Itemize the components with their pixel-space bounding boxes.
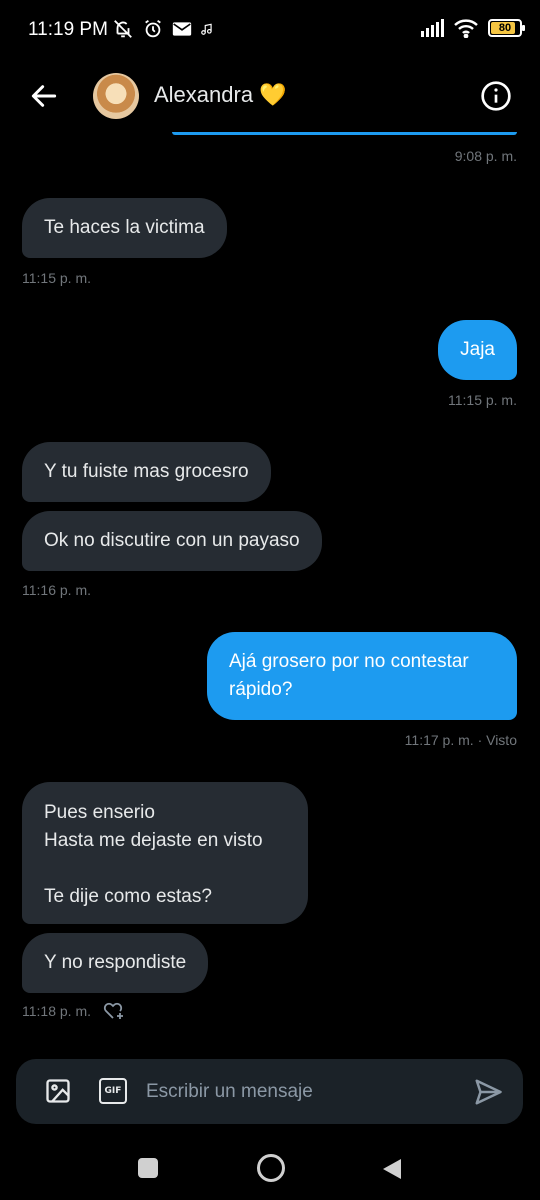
status-time: 11:19 PM (28, 19, 108, 40)
incoming-message[interactable]: Pues enserio Hasta me dejaste en visto T… (22, 782, 308, 924)
gif-button[interactable]: GIF (99, 1078, 127, 1104)
music-icon (201, 23, 212, 35)
message-time: 11:16 p. m. (22, 582, 92, 598)
info-icon[interactable] (480, 80, 512, 112)
avatar[interactable] (93, 73, 139, 119)
outgoing-message[interactable]: Jaja (438, 320, 517, 380)
conversation-header: Alexandra 💛 (0, 60, 540, 135)
message-time: 11:18 p. m. (22, 1003, 92, 1019)
heart-plus-icon[interactable] (101, 999, 125, 1021)
recents-button[interactable] (138, 1158, 158, 1178)
incoming-message[interactable]: Y tu fuiste mas grocesro (22, 442, 271, 502)
status-right-icons: 80 (420, 18, 525, 38)
message-time-seen: 11:17 p. m. · Visto (404, 732, 517, 748)
message-composer: GIF (16, 1059, 523, 1124)
incoming-message[interactable]: Te haces la victima (22, 198, 227, 258)
mail-icon (172, 22, 192, 36)
contact-name[interactable]: Alexandra 💛 (154, 82, 287, 108)
status-bar: 11:19 PM 80 (0, 0, 540, 60)
mute-icon (114, 20, 132, 38)
message-time: 9:08 p. m. (454, 148, 517, 164)
send-icon[interactable] (472, 1077, 504, 1107)
image-icon[interactable] (44, 1077, 72, 1105)
home-button[interactable] (257, 1154, 285, 1182)
message-input[interactable] (144, 1076, 448, 1108)
arrow-left-icon[interactable] (28, 80, 60, 112)
previous-message-bubble (172, 132, 517, 135)
back-nav-button[interactable] (381, 1157, 403, 1181)
message-time: 11:15 p. m. (447, 392, 517, 408)
signal-icon (421, 19, 444, 37)
battery-level: 80 (498, 22, 512, 34)
status-left-icons (112, 18, 214, 40)
battery-icon: 80 (488, 19, 525, 37)
outgoing-message[interactable]: Ajá grosero por no contestar rápido? (207, 632, 517, 720)
incoming-message[interactable]: Y no respondiste (22, 933, 209, 993)
incoming-message[interactable]: Ok no discutire con un payaso (22, 511, 322, 571)
system-nav-bar (0, 1135, 540, 1200)
wifi-icon (454, 19, 478, 38)
alarm-icon (145, 19, 161, 38)
message-time: 11:15 p. m. (22, 270, 92, 286)
